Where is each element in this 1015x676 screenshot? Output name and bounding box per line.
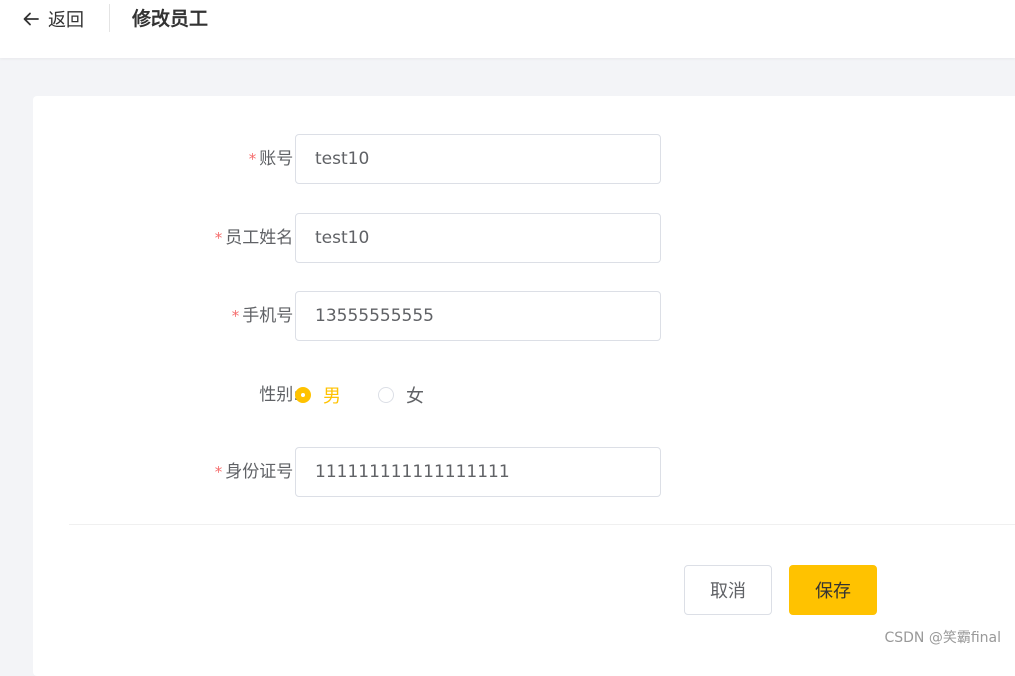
page-title: 修改员工 bbox=[132, 5, 208, 33]
account-label: *账号: bbox=[249, 134, 299, 184]
save-button[interactable]: 保存 bbox=[789, 565, 877, 615]
cancel-button[interactable]: 取消 bbox=[684, 565, 772, 615]
phone-label: *手机号: bbox=[232, 291, 299, 341]
name-input[interactable] bbox=[295, 213, 661, 263]
arrow-left-icon bbox=[22, 10, 40, 28]
required-mark: * bbox=[215, 463, 223, 481]
phone-input[interactable] bbox=[295, 291, 661, 341]
form-row-gender: 性别: 男 女 bbox=[33, 370, 733, 420]
gender-radio-female[interactable]: 女 bbox=[378, 382, 424, 408]
header-divider bbox=[109, 4, 110, 32]
id-card-label: *身份证号: bbox=[215, 447, 299, 497]
radio-checked-icon bbox=[295, 387, 311, 403]
name-label: *员工姓名: bbox=[215, 213, 299, 263]
gender-radio-group: 男 女 bbox=[295, 370, 461, 420]
gender-option-label: 男 bbox=[323, 382, 341, 408]
form-divider bbox=[69, 524, 1015, 525]
gender-option-label: 女 bbox=[406, 382, 424, 408]
form-row-id-card: *身份证号: bbox=[33, 447, 733, 497]
required-mark: * bbox=[249, 150, 257, 168]
gender-radio-male[interactable]: 男 bbox=[295, 382, 341, 408]
form-card: *账号: *员工姓名: *手机号: 性别: 男 女 *身份证号: bbox=[33, 96, 1015, 676]
back-button[interactable]: 返回 bbox=[22, 6, 84, 32]
top-header: 返回 修改员工 bbox=[0, 0, 1015, 58]
required-mark: * bbox=[232, 307, 240, 325]
form-row-account: *账号: bbox=[33, 134, 733, 184]
form-row-phone: *手机号: bbox=[33, 291, 733, 341]
radio-unchecked-icon bbox=[378, 387, 394, 403]
account-input[interactable] bbox=[295, 134, 661, 184]
required-mark: * bbox=[215, 229, 223, 247]
id-card-input[interactable] bbox=[295, 447, 661, 497]
gender-label: 性别: bbox=[259, 370, 299, 420]
back-label: 返回 bbox=[48, 6, 84, 32]
watermark-text: CSDN @笑霸final bbox=[884, 627, 1001, 647]
form-row-name: *员工姓名: bbox=[33, 213, 733, 263]
